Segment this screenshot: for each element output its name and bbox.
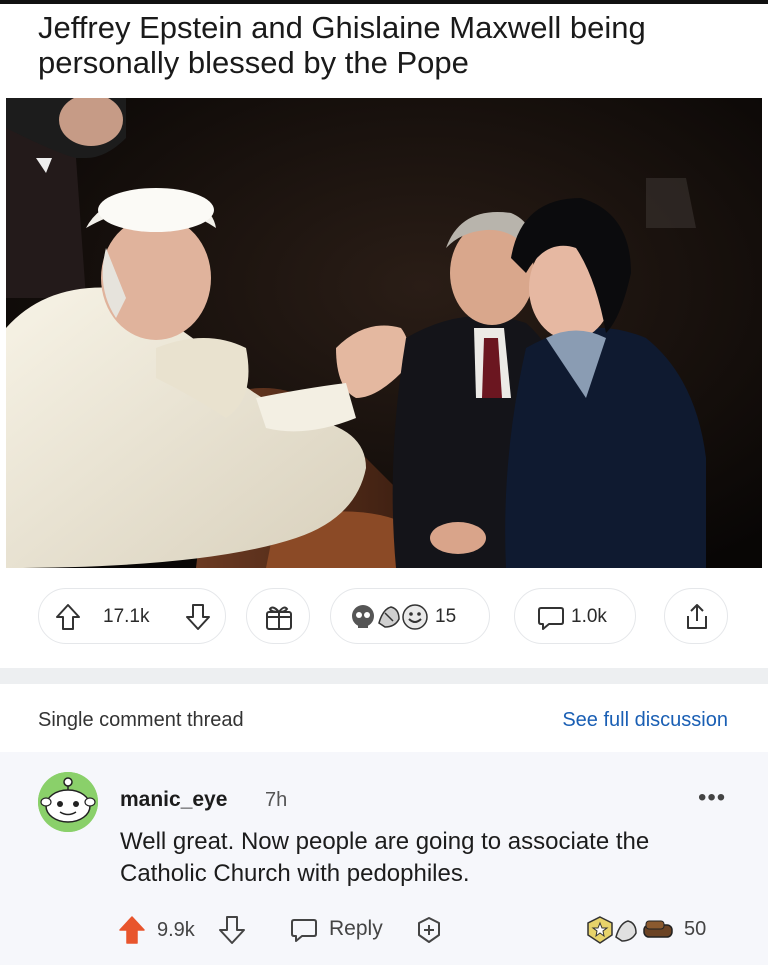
comment-vote-count: 9.9k: [157, 919, 195, 941]
comment-awards-count: 50: [684, 918, 707, 940]
hands-award-icon: [612, 915, 640, 950]
downvote-icon[interactable]: [218, 915, 246, 950]
vote-count: 17.1k: [103, 606, 150, 627]
comment-username[interactable]: manic_eye: [120, 788, 227, 812]
post-actions: 17.1k 15 1.0k: [0, 588, 768, 648]
gift-icon: [264, 603, 294, 636]
comment-actions: 9.9k Reply 50: [0, 905, 768, 953]
face-award-icon: [401, 603, 429, 636]
skull-award-icon: [349, 603, 377, 636]
add-award-icon[interactable]: [414, 915, 444, 950]
comments-button[interactable]: 1.0k: [514, 588, 636, 644]
awards-pill[interactable]: 15: [330, 588, 490, 644]
comments-count: 1.0k: [571, 606, 607, 627]
section-divider: [0, 668, 768, 684]
downvote-icon[interactable]: [185, 603, 211, 636]
post-title: Jeffrey Epstein and Ghislaine Maxwell be…: [38, 10, 646, 80]
award-badge-icon: [586, 915, 614, 950]
share-button[interactable]: [664, 588, 728, 644]
comment-text: Well great. Now people are going to asso…: [120, 828, 650, 887]
see-full-discussion-link[interactable]: See full discussion: [562, 709, 728, 732]
share-icon: [683, 602, 711, 637]
reply-icon[interactable]: [290, 916, 318, 949]
single-thread-label: Single comment thread: [38, 709, 244, 731]
upvote-active-icon[interactable]: [118, 915, 146, 950]
reply-button[interactable]: Reply: [329, 917, 383, 941]
vote-pill: 17.1k: [38, 588, 226, 644]
top-edge: [0, 0, 768, 4]
comment-bubble-icon: [537, 604, 565, 637]
awards-count: 15: [435, 606, 457, 627]
avatar[interactable]: [38, 772, 98, 832]
award-button[interactable]: [246, 588, 310, 644]
post-image[interactable]: [6, 98, 762, 568]
wood-award-icon: [640, 915, 676, 950]
hands-award-icon: [375, 603, 403, 636]
more-options-icon[interactable]: •••: [698, 784, 726, 812]
comment-timestamp: 7h: [265, 789, 288, 811]
upvote-icon[interactable]: [55, 603, 81, 636]
